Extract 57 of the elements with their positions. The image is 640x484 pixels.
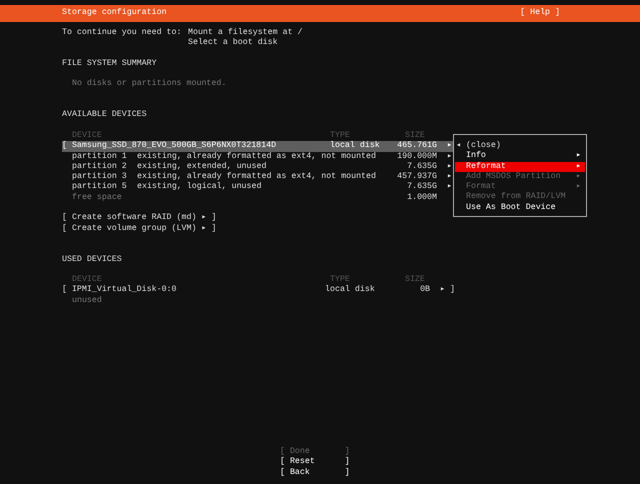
device-row[interactable]: [ Samsung_SSD_870_EVO_500GB_S6P6NX0T321814D local disk 465.761G ▸ [62, 141, 455, 152]
partition-name: partition 2 [72, 162, 128, 172]
column-header: SIZE [405, 275, 426, 286]
column-header: SIZE [405, 130, 426, 142]
prompt-label: To continue you need to: [62, 28, 182, 38]
close-menu-item[interactable]: ◂ (close) [454, 141, 586, 152]
disk-name: [ IPMI_Virtual_Disk-0:0 [62, 285, 177, 296]
create-action-button[interactable]: [ Create software RAID (md) ▸ ] [62, 213, 216, 224]
help-button[interactable]: [ Help ] [520, 8, 560, 19]
device-actions-toggle[interactable]: ▸ [447, 162, 452, 172]
device-actions-toggle[interactable]: ▸ [447, 152, 452, 162]
menu-item[interactable]: Use As Boot Device [455, 202, 585, 214]
device-actions-toggle[interactable]: ▸ ] [440, 285, 455, 296]
device-size: 457.937G [397, 172, 437, 182]
column-header: DEVICE [71, 130, 103, 142]
empty-message: No disks or partitions mounted. [72, 79, 226, 90]
device-type: local disk [325, 285, 376, 296]
device-status: unused [72, 296, 102, 306]
partition-description: existing, already formatted as ext4, not mounted [137, 172, 376, 182]
device-row[interactable]: partition 1 existing, already formatted as ext4, not mounted 190.000M ▸ [62, 152, 455, 162]
menu-item[interactable]: Reformat ▸ [455, 162, 585, 172]
section-heading: FILE SYSTEM SUMMARY [62, 58, 157, 70]
device-size: 7.635G [407, 182, 437, 193]
partition-name: partition 1 [72, 152, 128, 162]
free-space-label: free space [71, 192, 122, 204]
device-size: 190.000M [397, 152, 437, 162]
partition-description: existing, logical, unused [137, 182, 262, 193]
column-header: TYPE [330, 275, 351, 285]
device-actions-toggle[interactable]: ▸ [447, 182, 452, 193]
partition-name: partition 3 [72, 172, 128, 182]
device-row[interactable]: [ IPMI_Virtual_Disk-0:0 local disk 0B ▸ ] [62, 285, 455, 296]
partition-description: existing, extended, unused [137, 162, 266, 172]
device-size: 0B [420, 285, 430, 296]
device-row[interactable]: partition 3 existing, already formatted as ext4, not mounted 457.937G ▸ [62, 172, 455, 182]
device-row[interactable]: partition 2 existing, extended, unused 7.635G ▸ [62, 162, 455, 172]
footer-button[interactable]: [ Back ] [280, 468, 640, 478]
partition-description: existing, already formatted as ext4, not mounted [137, 152, 376, 162]
partition-name: partition 5 [72, 182, 128, 193]
disk-name: [ Samsung_SSD_870_EVO_500GB_S6P6NX0T321814D [62, 141, 276, 152]
device-size: 7.635G [407, 162, 437, 172]
menu-item[interactable]: Info ▸ [455, 151, 585, 162]
device-size: 465.761G [397, 141, 437, 152]
footer-button[interactable]: [ Reset ] [280, 457, 640, 468]
screen-title: Storage configuration [62, 8, 167, 19]
device-type: local disk [330, 141, 381, 152]
device-actions-toggle[interactable]: ▸ [447, 172, 452, 182]
device-size: 1.000M [407, 192, 437, 204]
section-heading: AVAILABLE DEVICES [62, 110, 147, 121]
column-header: TYPE [330, 130, 351, 141]
device-row[interactable]: partition 5 existing, logical, unused 7.635G ▸ [62, 182, 455, 193]
requirement-text: Select a boot disk [188, 38, 278, 49]
device-row[interactable]: free space 1.000M [62, 192, 455, 204]
create-action-button[interactable]: [ Create volume group (LVM) ▸ ] [62, 224, 216, 234]
section-heading: USED DEVICES [62, 254, 122, 265]
device-actions-toggle[interactable]: ▸ [447, 141, 452, 152]
requirement-text: Mount a filesystem at / [188, 28, 303, 38]
column-header: DEVICE [71, 275, 103, 285]
